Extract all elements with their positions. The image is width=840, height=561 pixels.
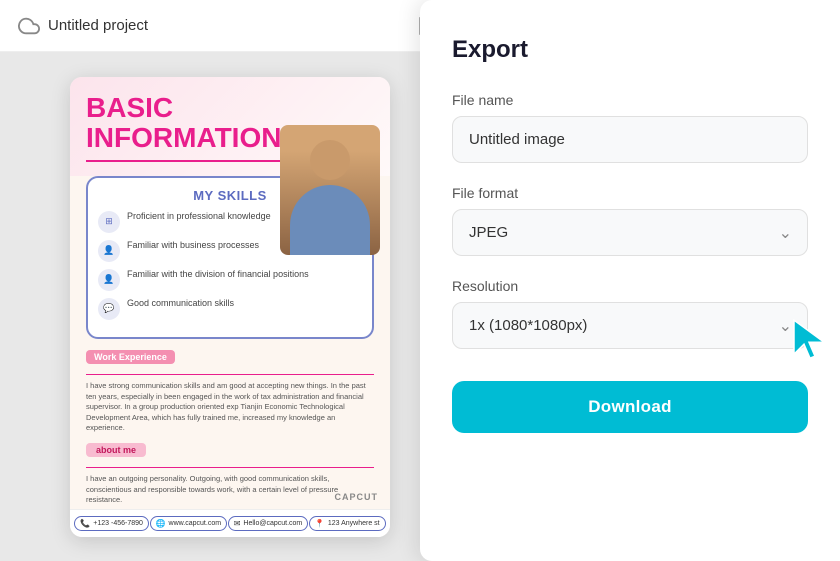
work-separator — [86, 374, 374, 376]
download-button[interactable]: Download — [452, 381, 808, 433]
skill-icon-2: 👤 — [98, 240, 120, 262]
work-text: I have strong communication skills and a… — [86, 381, 374, 434]
skill-text-3: Familiar with the division of financial … — [127, 269, 309, 281]
file-name-input[interactable] — [452, 116, 808, 163]
about-text: I have an outgoing personality. Outgoing… — [86, 474, 374, 506]
topbar: Untitled project — [0, 0, 460, 52]
skill-text-2: Familiar with business processes — [127, 240, 259, 252]
file-format-label: File format — [452, 185, 808, 201]
resolution-label: Resolution — [452, 278, 808, 294]
about-separator — [86, 467, 374, 469]
skill-text-4: Good communication skills — [127, 298, 234, 310]
contact-phone-text: +123 -456-7890 — [93, 520, 143, 527]
export-panel: Export File name File format JPEG PNG PD… — [420, 0, 840, 561]
work-title-label: Work Experience — [86, 350, 175, 364]
resume-card: BASIC INFORMATION MY SKILLS ⊞ Proficient… — [70, 77, 390, 537]
work-experience-section: Work Experience I have strong communicat… — [86, 347, 374, 434]
skill-icon-1: ⊞ — [98, 211, 120, 233]
cursor-icon — [790, 316, 826, 365]
about-title-label: about me — [86, 443, 146, 457]
file-format-select[interactable]: JPEG PNG PDF SVG GIF — [452, 209, 808, 256]
contact-phone: 📞 +123 -456-7890 — [74, 516, 149, 531]
person-head — [310, 140, 350, 180]
person-silhouette — [280, 125, 380, 255]
skill-icon-4: 💬 — [98, 298, 120, 320]
location-icon: 📍 — [315, 519, 325, 528]
person-body — [290, 185, 370, 255]
contact-email-text: Hello@capcut.com — [243, 520, 302, 527]
contacts-bar: 📞 +123 -456-7890 🌐 www.capcut.com ✉ Hell… — [70, 509, 390, 537]
canvas-area: Untitled project BASIC INFORMATION — [0, 0, 460, 561]
capcut-label: CAPCUT — [335, 492, 379, 502]
contact-email: ✉ Hello@capcut.com — [228, 516, 309, 531]
contact-address: 📍 123 Anywhere st — [309, 516, 386, 531]
skill-item-3: 👤 Familiar with the division of financia… — [98, 269, 362, 291]
project-title: Untitled project — [48, 17, 148, 34]
web-icon: 🌐 — [156, 519, 166, 528]
skill-item-4: 💬 Good communication skills — [98, 298, 362, 320]
topbar-left: Untitled project — [18, 15, 148, 37]
file-format-wrapper: JPEG PNG PDF SVG GIF ⌄ — [452, 209, 808, 256]
contact-web: 🌐 www.capcut.com — [150, 516, 228, 531]
file-name-label: File name — [452, 92, 808, 108]
resolution-wrapper: 1x (1080*1080px) 2x (2160*2160px) 3x (32… — [452, 302, 808, 349]
export-title: Export — [452, 36, 808, 64]
email-icon: ✉ — [234, 519, 241, 528]
contact-web-text: www.capcut.com — [169, 520, 222, 527]
cloud-icon — [18, 15, 40, 37]
contact-address-text: 123 Anywhere st — [328, 520, 380, 527]
skill-text-1: Proficient in professional knowledge — [127, 211, 271, 223]
canvas-preview: BASIC INFORMATION MY SKILLS ⊞ Proficient… — [0, 52, 460, 561]
person-photo — [280, 125, 380, 255]
resolution-select[interactable]: 1x (1080*1080px) 2x (2160*2160px) 3x (32… — [452, 302, 808, 349]
about-section: about me I have an outgoing personality.… — [86, 440, 374, 506]
phone-icon: 📞 — [80, 519, 90, 528]
skill-icon-3: 👤 — [98, 269, 120, 291]
